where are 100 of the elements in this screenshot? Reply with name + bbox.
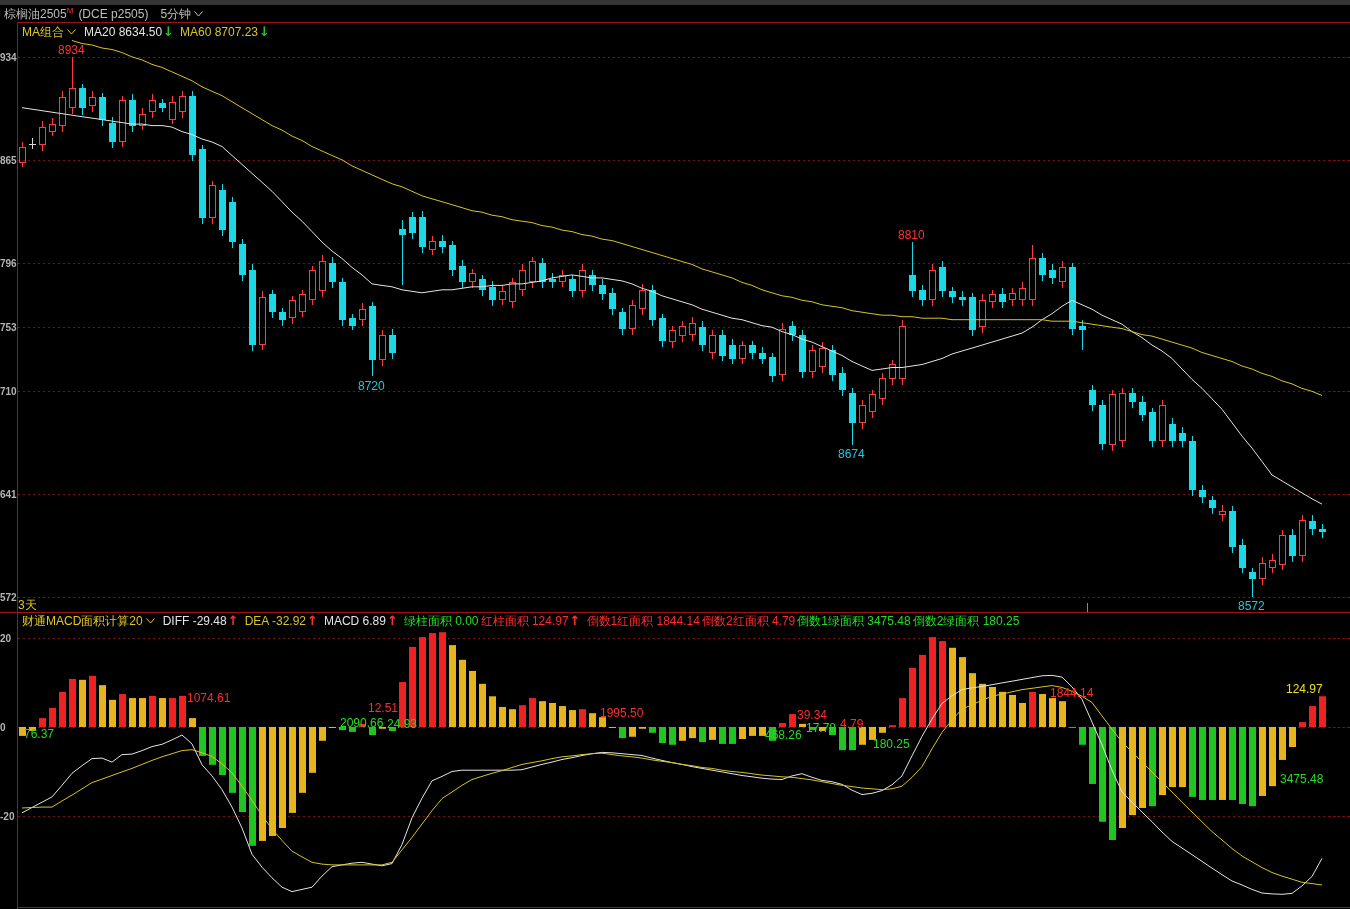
- bar: [489, 696, 496, 727]
- bar: [179, 695, 186, 727]
- bar: [79, 679, 86, 727]
- bar: [529, 698, 536, 727]
- bar: [1269, 726, 1276, 787]
- bar: [189, 718, 196, 727]
- bar: [1209, 726, 1216, 800]
- bar: [969, 673, 976, 727]
- bar: [449, 645, 456, 727]
- indicator-readout: 红柱面积 124.97: [480, 614, 569, 628]
- bar: [339, 726, 346, 731]
- price-axis-label: 753: [0, 322, 17, 333]
- bar: [1199, 726, 1206, 800]
- bar: [1109, 726, 1116, 841]
- bar: [259, 726, 266, 841]
- indicator-readout: 倒数1红面积 1844.14: [586, 614, 700, 628]
- bar: [1189, 726, 1196, 797]
- indicator-readout: 绿柱面积 0.00: [403, 614, 479, 628]
- chevron-down-icon: [145, 618, 155, 624]
- bar: [919, 654, 926, 727]
- bar: [1089, 726, 1096, 784]
- indicator-dropdown[interactable]: 财通MACD面积计算20: [22, 614, 155, 628]
- bar: [849, 726, 856, 751]
- bar: [949, 647, 956, 727]
- bar: [1099, 726, 1106, 822]
- bar: [519, 705, 526, 727]
- moving-average-readout: MA60 8707.23: [179, 25, 259, 39]
- indicator-dropdown[interactable]: MA组合: [22, 25, 76, 39]
- bar: [1299, 722, 1306, 727]
- bar: [69, 678, 76, 727]
- price-axis-label: 865: [0, 155, 17, 166]
- bar: [239, 726, 246, 812]
- bar: [1009, 694, 1016, 727]
- bar: [89, 675, 96, 727]
- trend-arrow: ↑: [307, 614, 318, 628]
- bar: [129, 698, 136, 727]
- bar: [229, 726, 236, 793]
- bar: [679, 726, 686, 741]
- bar: [869, 726, 876, 740]
- price-axis-label: 710: [0, 386, 17, 397]
- bar: [579, 709, 586, 727]
- area-value-label: 76.37: [24, 727, 55, 741]
- bar: [59, 691, 66, 727]
- bar: [629, 726, 636, 737]
- indicator-readout: DIFF -29.48: [162, 614, 227, 628]
- period-dropdown[interactable]: 5分钟: [160, 6, 204, 21]
- bar: [599, 717, 606, 727]
- bar: [1129, 726, 1136, 816]
- bar: [419, 637, 426, 727]
- bar: [369, 726, 376, 735]
- bar: [1049, 698, 1056, 727]
- bar: [1219, 726, 1226, 800]
- bar: [539, 701, 546, 727]
- trend-arrow: ↓: [259, 25, 270, 39]
- price-axis-label: 572: [0, 592, 17, 603]
- bar: [1059, 701, 1066, 727]
- moving-average-readout: MA20 8634.50: [84, 25, 163, 39]
- price-axis-label: 934: [0, 52, 17, 63]
- bar: [899, 698, 906, 727]
- chevron-down-icon: [67, 29, 76, 35]
- bar: [709, 726, 716, 740]
- area-value-label: 39.34: [797, 708, 828, 722]
- bar: [159, 698, 166, 727]
- bar: [139, 698, 146, 727]
- bar: [469, 670, 476, 727]
- area-value-label: 180.25: [873, 737, 910, 751]
- bar: [1139, 726, 1146, 808]
- bar: [1019, 702, 1026, 727]
- macd-axis-label: -20: [0, 811, 15, 822]
- bar: [729, 726, 736, 744]
- price-label: 8674: [838, 447, 865, 461]
- bar: [169, 698, 176, 727]
- bar: [1309, 706, 1316, 727]
- indicator-readout: 倒数2红面积 4.79: [701, 614, 796, 628]
- bar: [559, 706, 566, 727]
- price-label: 8572: [1238, 599, 1265, 612]
- bar: [669, 726, 676, 745]
- bar: [779, 722, 786, 727]
- bar: [269, 726, 276, 837]
- indicator-readout: MACD 6.89: [323, 614, 386, 628]
- price-label: 8720: [358, 379, 385, 393]
- bar: [909, 667, 916, 727]
- bar: [749, 726, 756, 736]
- bar: [19, 726, 26, 736]
- bar: [209, 726, 216, 765]
- contract-marker: M: [66, 7, 74, 15]
- bar: [549, 702, 556, 727]
- bar: [509, 709, 516, 727]
- trend-arrow: ↓: [163, 25, 174, 39]
- bar: [929, 637, 936, 727]
- bar: [39, 718, 46, 727]
- bar: [249, 726, 256, 846]
- bar: [429, 633, 436, 727]
- symbol-name: 棕榈油2505: [4, 6, 67, 21]
- bar: [689, 726, 696, 739]
- bar: [1179, 726, 1186, 788]
- bar: [839, 726, 846, 751]
- bar: [319, 726, 326, 741]
- bar: [459, 659, 466, 727]
- area-value-label: 124.97: [1286, 682, 1323, 696]
